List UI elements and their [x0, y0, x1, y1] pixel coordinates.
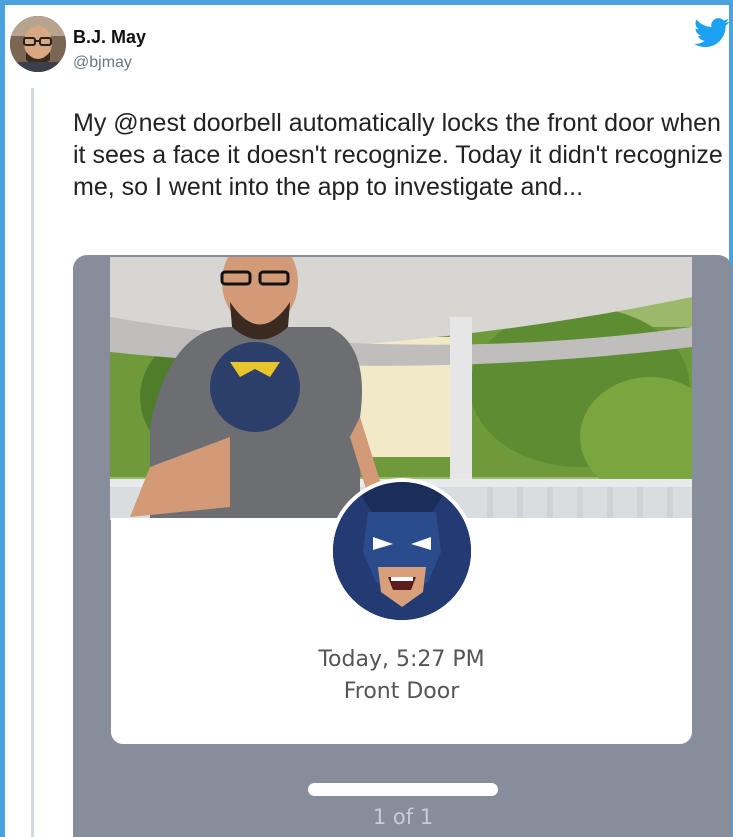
tweet-text: My @nest doorbell automatically locks th… [73, 109, 723, 201]
author-handle[interactable]: @bjmay [73, 54, 132, 72]
pager-label: 1 of 1 [372, 805, 434, 829]
author-avatar[interactable] [10, 16, 66, 72]
media-attachment[interactable]: Today, 5:27 PM Front Door 1 of 1 [73, 255, 732, 837]
pager-indicator[interactable] [308, 783, 498, 796]
thread-line [31, 88, 34, 837]
event-location: Front Door [343, 679, 460, 704]
recognized-face-thumbnail [329, 478, 475, 624]
event-timestamp: Today, 5:27 PM [318, 647, 485, 672]
twitter-bird-icon[interactable] [694, 18, 730, 48]
author-name[interactable]: B.J. May [73, 27, 146, 48]
